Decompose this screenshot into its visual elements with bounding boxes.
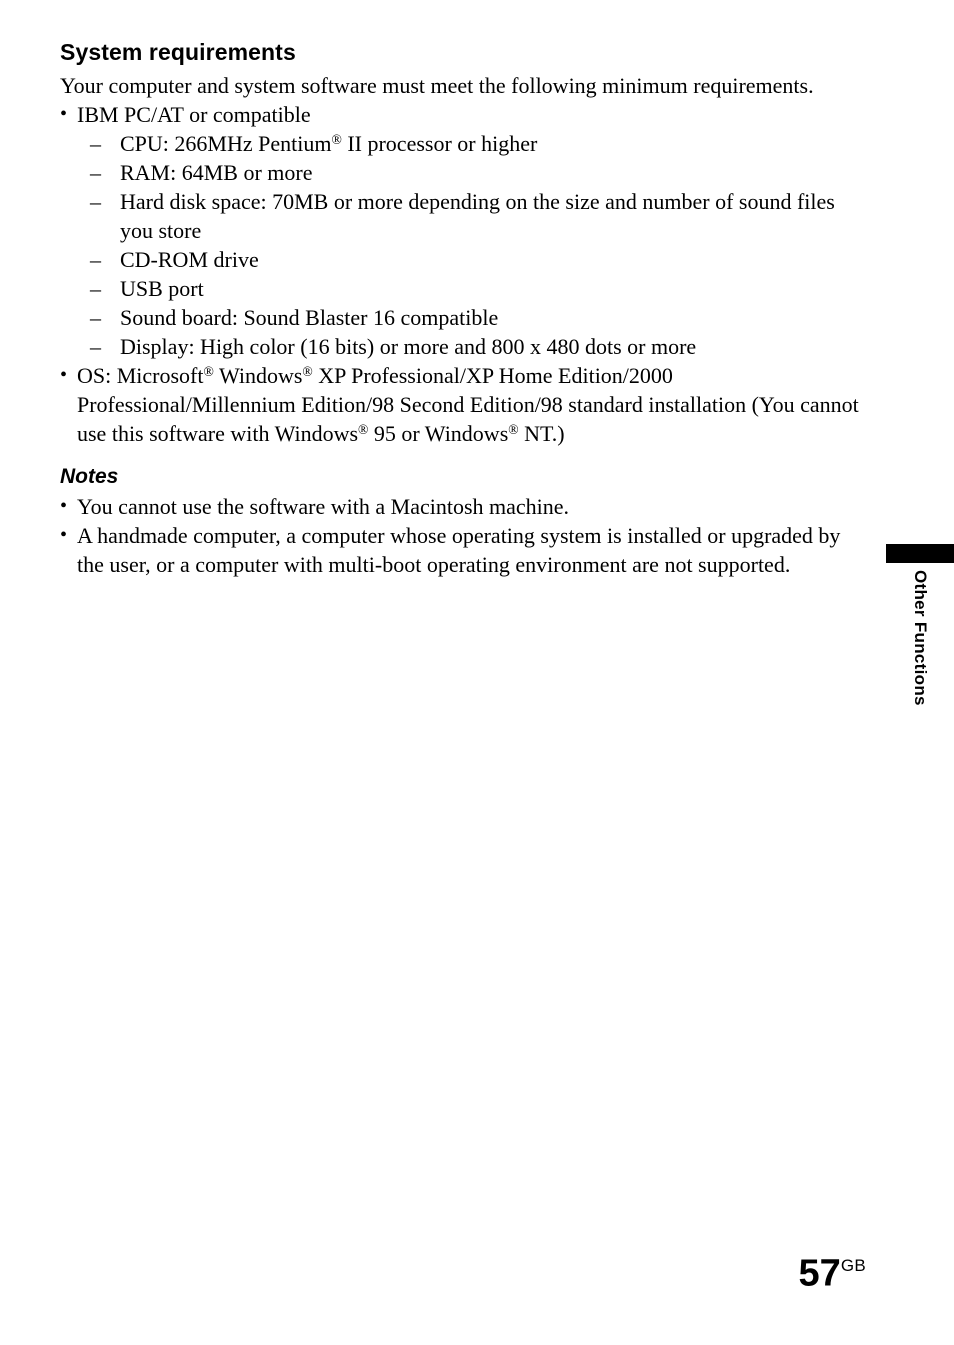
dash-icon: – xyxy=(90,334,101,359)
os-requirements-list: • OS: Microsoft® Windows® XP Professiona… xyxy=(60,361,870,448)
notes-list: • You cannot use the software with a Mac… xyxy=(60,492,870,579)
note-text: A handmade computer, a computer whose op… xyxy=(77,523,841,577)
list-item: – RAM: 64MB or more xyxy=(60,158,870,187)
bullet-icon: • xyxy=(60,524,68,546)
intro-paragraph: Your computer and system software must m… xyxy=(60,73,814,98)
list-item-text: USB port xyxy=(120,276,204,301)
list-item-text: RAM: 64MB or more xyxy=(120,160,313,185)
list-item-hardware: • IBM PC/AT or compatible xyxy=(60,100,870,129)
list-item-text: CPU: 266MHz Pentium xyxy=(120,131,332,156)
list-item: – Sound board: Sound Blaster 16 compatib… xyxy=(60,303,870,332)
side-tab-bar xyxy=(886,544,954,563)
list-item: – USB port xyxy=(60,274,870,303)
requirements-sub-list: – CPU: 266MHz Pentium® II processor or h… xyxy=(60,129,870,361)
page-number-value: 57 xyxy=(798,1252,841,1294)
list-item-text-cont: II processor or higher xyxy=(341,131,538,156)
os-text-part5: NT.) xyxy=(518,421,565,446)
list-item: • A handmade computer, a computer whose … xyxy=(60,521,867,579)
note-text: You cannot use the software with a Macin… xyxy=(77,494,570,519)
document-page: System requirements Your computer and sy… xyxy=(0,0,954,1345)
list-item: • You cannot use the software with a Mac… xyxy=(60,492,867,521)
registered-trademark-icon: ® xyxy=(331,131,342,147)
page-content: System requirements Your computer and sy… xyxy=(60,38,870,579)
page-title: System requirements xyxy=(60,39,296,65)
registered-trademark-icon: ® xyxy=(358,421,369,437)
requirements-list: • IBM PC/AT or compatible xyxy=(60,100,870,129)
chapter-side-tab: Other Functions xyxy=(886,544,954,794)
dash-icon: – xyxy=(90,189,101,214)
list-item-text: CD-ROM drive xyxy=(120,247,259,272)
dash-icon: – xyxy=(90,305,101,330)
page-number: 57GB xyxy=(799,1247,866,1292)
os-text-part2: Windows xyxy=(213,363,303,388)
os-text-part4: 95 or Windows xyxy=(368,421,509,446)
list-item-text: Sound board: Sound Blaster 16 compatible xyxy=(120,305,499,330)
list-item: – Hard disk space: 70MB or more dependin… xyxy=(60,187,870,245)
registered-trademark-icon: ® xyxy=(302,363,313,379)
dash-icon: – xyxy=(90,276,101,301)
list-item-text: Display: High color (16 bits) or more an… xyxy=(120,334,697,359)
list-item-text: Hard disk space: 70MB or more depending … xyxy=(120,189,835,243)
os-text-part1: OS: Microsoft xyxy=(77,363,204,388)
list-item: – CD-ROM drive xyxy=(60,245,870,274)
page-number-suffix: GB xyxy=(840,1255,866,1275)
list-item-label: IBM PC/AT or compatible xyxy=(77,102,311,127)
list-item: – Display: High color (16 bits) or more … xyxy=(60,332,870,361)
bullet-icon: • xyxy=(60,103,68,125)
registered-trademark-icon: ® xyxy=(508,421,519,437)
notes-heading: Notes xyxy=(60,465,119,488)
side-tab-label: Other Functions xyxy=(911,570,930,706)
list-item: – CPU: 266MHz Pentium® II processor or h… xyxy=(60,129,870,158)
bullet-icon: • xyxy=(60,495,68,517)
dash-icon: – xyxy=(90,131,101,156)
dash-icon: – xyxy=(90,160,101,185)
dash-icon: – xyxy=(90,247,101,272)
bullet-icon: • xyxy=(60,364,68,386)
list-item-os: • OS: Microsoft® Windows® XP Professiona… xyxy=(60,361,870,448)
registered-trademark-icon: ® xyxy=(203,363,214,379)
